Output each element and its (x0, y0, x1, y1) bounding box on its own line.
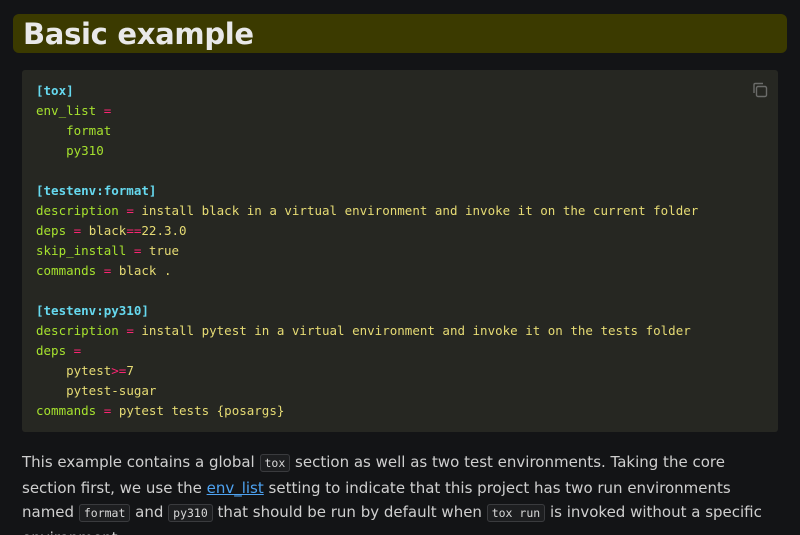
code-operator: = (133, 243, 142, 258)
code-value: black (88, 223, 127, 238)
code-value: true (148, 243, 180, 258)
code-block: [tox] env_list = format py310 [testenv:f… (22, 70, 778, 432)
code-key: description (36, 323, 119, 338)
code-operator: = (73, 223, 82, 238)
code-section-tox: [tox] (36, 83, 74, 98)
code-value: pytest tests {posargs} (118, 403, 285, 418)
section-heading-bar: Basic example (13, 14, 787, 53)
code-value: pytest-sugar (66, 383, 157, 398)
code-section-testenv-py310: [testenv:py310] (36, 303, 149, 318)
code-key: deps (36, 223, 67, 238)
code-value: install black in a virtual environment a… (141, 203, 699, 218)
description-paragraph: This example contains a global tox secti… (22, 450, 782, 535)
code-value: install pytest in a virtual environment … (141, 323, 691, 338)
code-operator: = (126, 323, 134, 338)
paragraph-text: This example contains a global (22, 453, 260, 471)
code-operator: == (126, 223, 142, 238)
code-value: format (66, 123, 112, 138)
code-value: py310 (66, 143, 104, 158)
code-value: pytest (66, 363, 112, 378)
code-operator: = (126, 203, 134, 218)
code-operator: = (103, 263, 112, 278)
code-section-testenv-format: [testenv:format] (36, 183, 157, 198)
copy-icon (753, 82, 768, 98)
code-operator: = (73, 343, 82, 358)
code-value: black . (118, 263, 172, 278)
code-key: deps (36, 343, 67, 358)
inline-code-tox: tox (259, 454, 291, 472)
inline-code-tox-run: tox run (486, 504, 546, 522)
code-key: env_list (36, 103, 97, 118)
code-key: skip_install (36, 243, 127, 258)
code-operator: = (103, 403, 112, 418)
code-operator: = (103, 103, 112, 118)
code-value: 7 (126, 363, 134, 378)
code-key: commands (36, 403, 97, 418)
code-operator: >= (111, 363, 127, 378)
inline-code-format: format (78, 504, 131, 522)
code-value: 22.3.0 (141, 223, 187, 238)
code-content: [tox] env_list = format py310 [testenv:f… (36, 81, 698, 421)
paragraph-text: and (130, 503, 169, 521)
code-key: description (36, 203, 119, 218)
copy-button[interactable] (751, 81, 769, 99)
page-title: Basic example (23, 16, 254, 51)
env-list-link[interactable]: env_list (207, 479, 264, 497)
code-key: commands (36, 263, 97, 278)
paragraph-text: that should be run by default when (212, 503, 487, 521)
inline-code-py310: py310 (168, 504, 213, 522)
